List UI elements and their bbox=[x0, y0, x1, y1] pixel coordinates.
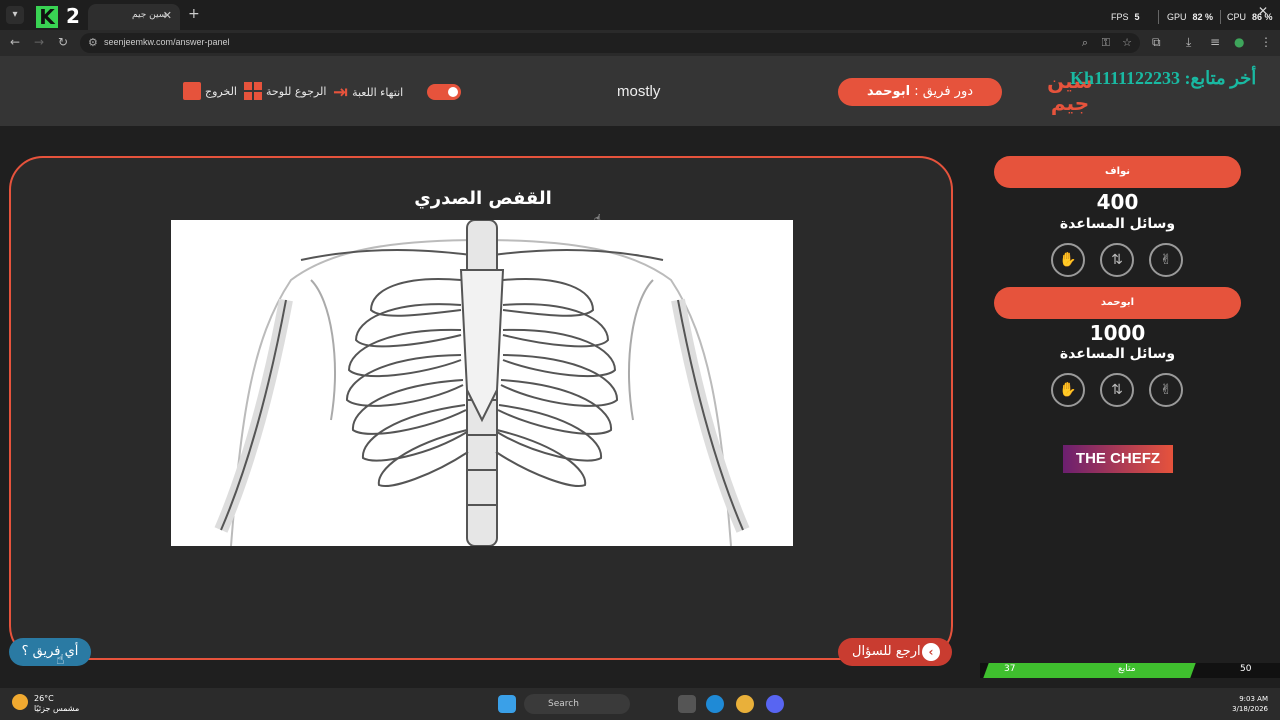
forward-arrow-icon[interactable]: → bbox=[34, 35, 44, 49]
sponsor-logo: THE CHEFZ bbox=[1063, 445, 1173, 473]
kick-logo-icon: K bbox=[36, 6, 58, 28]
back-to-question-button[interactable]: ارجع للسؤال ‹ bbox=[838, 638, 952, 666]
follower-goal: 50 bbox=[1240, 664, 1252, 674]
follower-label: متابع bbox=[1118, 664, 1136, 674]
hand-cursor-icon: ☝ bbox=[594, 212, 602, 226]
two-answers-icon[interactable]: ✌ bbox=[1149, 243, 1183, 277]
weather-temp: 26°C bbox=[34, 694, 54, 703]
follower-goal-bar: 37 متابع 50 bbox=[980, 663, 1280, 678]
back-to-board-label: الرجوع للوحة bbox=[266, 84, 327, 98]
reload-icon[interactable]: ↻ bbox=[58, 35, 68, 49]
weather-sun-icon bbox=[12, 694, 28, 710]
discord-icon[interactable] bbox=[766, 695, 784, 713]
profile-icon[interactable]: ● bbox=[1234, 35, 1244, 49]
exit-label: الخروج bbox=[205, 84, 237, 98]
clock-time: 9:03 AM bbox=[1239, 695, 1268, 703]
downloads-icon[interactable]: ⤓ bbox=[1186, 35, 1191, 50]
task-view-icon[interactable] bbox=[678, 695, 696, 713]
timer-toggle[interactable] bbox=[427, 84, 461, 100]
team-score: 400 bbox=[1096, 190, 1139, 214]
back-to-board-button[interactable]: الرجوع للوحة bbox=[244, 82, 326, 100]
browser-menu-icon[interactable]: ⋮ bbox=[1260, 35, 1272, 49]
rib-cage-illustration bbox=[214, 220, 750, 546]
hand-stop-icon[interactable]: ✋ bbox=[1051, 373, 1085, 407]
swap-icon[interactable]: ⇅ bbox=[1100, 373, 1134, 407]
windows-taskbar: 26°C مشمس جزئيًا Search 9:03 AM 3/18/202… bbox=[0, 688, 1280, 720]
reading-list-icon[interactable]: ≡ bbox=[1210, 35, 1220, 49]
browser-tab-bar: ▾ K 2 سين جيم ✕ + FPS 5 GPU 82 % CPU 86 % ✕ bbox=[0, 0, 1280, 30]
back-to-question-label: ارجع للسؤال bbox=[852, 644, 921, 659]
exit-icon bbox=[183, 82, 201, 100]
weather-widget[interactable]: 26°C مشمس جزئيًا bbox=[12, 694, 79, 714]
end-game-arrow-icon: ⇥ bbox=[333, 82, 349, 103]
edge-icon[interactable] bbox=[706, 695, 724, 713]
which-team-button[interactable]: أي فريق ؟ bbox=[9, 638, 91, 666]
aids-label: وسائل المساعدة bbox=[1059, 346, 1176, 362]
turn-prefix: دور فريق : bbox=[914, 84, 974, 99]
browser-tab[interactable]: سين جيم ✕ bbox=[88, 4, 180, 30]
two-answers-icon[interactable]: ✌ bbox=[1149, 373, 1183, 407]
team-name-pill: نواف bbox=[994, 156, 1241, 188]
fps-readout: FPS 5 bbox=[1111, 12, 1140, 22]
team-score: 1000 bbox=[1089, 321, 1146, 345]
zoom-icon[interactable]: ⌕ bbox=[1082, 36, 1088, 50]
board-grid-icon bbox=[244, 82, 262, 100]
url-text: seenjeemkw.com/answer-panel bbox=[104, 37, 230, 47]
hand-stop-icon[interactable]: ✋ bbox=[1051, 243, 1085, 277]
perf-divider bbox=[1220, 10, 1221, 24]
start-menu-icon[interactable] bbox=[498, 695, 516, 713]
chevron-left-icon: ‹ bbox=[922, 643, 940, 661]
answer-word: mostly bbox=[617, 83, 661, 100]
window-close-icon[interactable]: ✕ bbox=[1258, 4, 1268, 18]
team-name-pill: ابوحمد bbox=[994, 287, 1241, 319]
bookmark-star-icon[interactable]: ☆ bbox=[1122, 36, 1132, 49]
overlay-number: 2 bbox=[66, 4, 80, 28]
perf-divider bbox=[1158, 10, 1159, 24]
toggle-knob bbox=[448, 87, 458, 97]
new-tab-icon[interactable]: + bbox=[188, 6, 200, 22]
exit-button[interactable]: الخروج bbox=[183, 82, 237, 100]
hand-cursor-icon: ☝ bbox=[56, 652, 65, 668]
system-clock[interactable]: 9:03 AM 3/18/2026 bbox=[1232, 694, 1268, 714]
extensions-icon[interactable]: ⧉ bbox=[1152, 35, 1161, 50]
clock-date: 3/18/2026 bbox=[1232, 705, 1268, 713]
address-bar-row: ← → ↻ ⚙ seenjeemkw.com/answer-panel ⌕ ⚿ … bbox=[0, 30, 1280, 56]
swap-icon[interactable]: ⇅ bbox=[1100, 243, 1134, 277]
rib-cage-image bbox=[171, 220, 793, 546]
last-follower-overlay: Kh1111122233 :أخر متابع bbox=[1070, 68, 1257, 88]
tab-search-icon[interactable]: ▾ bbox=[6, 6, 24, 24]
site-info-icon[interactable]: ⚙ bbox=[88, 36, 98, 49]
end-game-label: انتهاء اللعبة bbox=[352, 86, 404, 99]
password-key-icon[interactable]: ⚿ bbox=[1102, 36, 1110, 50]
team-turn-badge: دور فريق : ابوحمد bbox=[838, 78, 1002, 106]
url-field[interactable]: ⚙ seenjeemkw.com/answer-panel ⌕ ⚿ ☆ bbox=[80, 33, 1140, 53]
end-game-button[interactable]: ⇥ انتهاء اللعبة bbox=[333, 82, 403, 103]
weather-desc: مشمس جزئيًا bbox=[34, 704, 80, 713]
aids-label: وسائل المساعدة bbox=[1059, 216, 1176, 232]
turn-team-name: ابوحمد bbox=[866, 84, 911, 99]
question-panel: القفص الصدري bbox=[9, 156, 953, 660]
tab-title: سين جيم bbox=[132, 10, 167, 20]
tab-close-icon[interactable]: ✕ bbox=[163, 9, 172, 22]
chrome-icon[interactable] bbox=[736, 695, 754, 713]
follower-count: 37 bbox=[1004, 664, 1016, 674]
gpu-readout: GPU 82 % bbox=[1167, 12, 1214, 22]
taskbar-search[interactable]: Search bbox=[524, 694, 630, 714]
taskbar-search-label: Search bbox=[548, 699, 579, 709]
back-arrow-icon[interactable]: ← bbox=[10, 35, 20, 49]
question-title: القفص الصدري bbox=[414, 188, 552, 209]
